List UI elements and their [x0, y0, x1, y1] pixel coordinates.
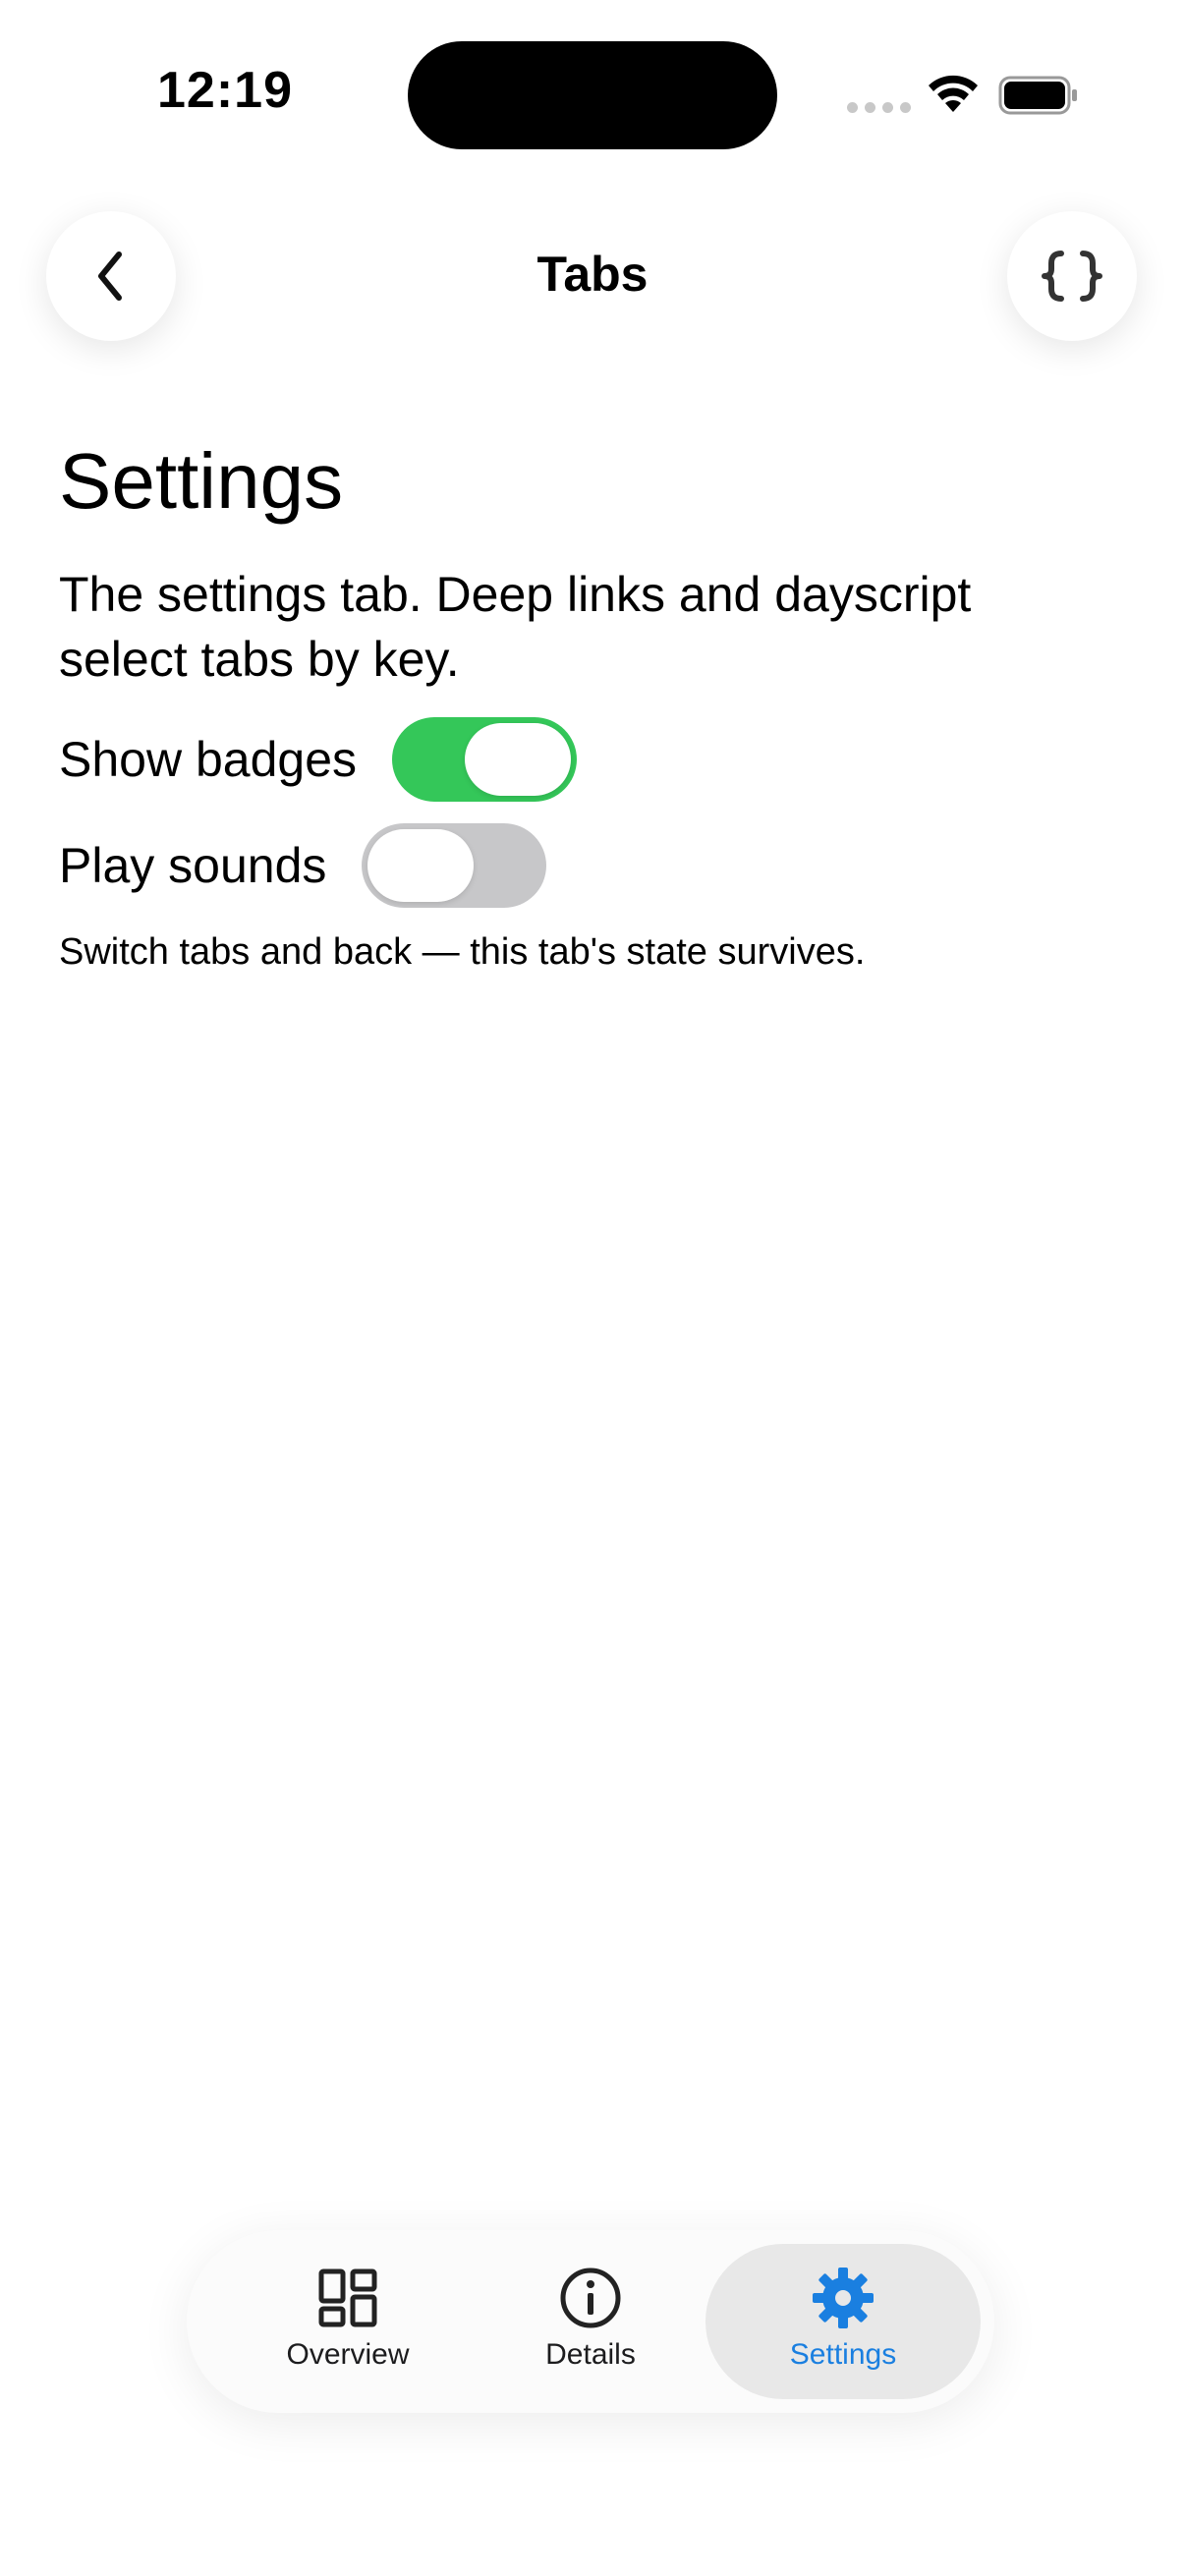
state-note: Switch tabs and back — this tab's state …	[59, 931, 866, 973]
toggle-label-play-sounds: Play sounds	[59, 838, 327, 893]
play-sounds-switch[interactable]	[362, 823, 547, 908]
switch-knob	[367, 829, 475, 902]
tab-settings-label: Settings	[789, 2338, 897, 2371]
tab-details[interactable]: Details	[453, 2244, 728, 2399]
switch-knob	[465, 723, 572, 796]
grid-icon	[318, 2268, 377, 2327]
info-icon	[560, 2268, 621, 2328]
page-heading: Settings	[59, 437, 344, 525]
tab-overview[interactable]: Overview	[210, 2244, 485, 2399]
tab-overview-label: Overview	[286, 2338, 410, 2371]
code-button[interactable]	[1007, 211, 1137, 341]
tab-details-label: Details	[545, 2338, 636, 2371]
tab-settings[interactable]: Settings	[705, 2244, 981, 2399]
dynamic-island	[408, 41, 777, 149]
gear-icon	[813, 2268, 874, 2328]
wifi-icon	[929, 75, 978, 112]
toggle-row-show-badges: Show badges	[59, 717, 1130, 802]
status-time: 12:19	[157, 62, 293, 119]
tab-bar: Overview Details Settings	[187, 2230, 994, 2413]
cellular-signal-icon	[847, 102, 911, 113]
battery-icon	[998, 76, 1077, 115]
toggle-row-play-sounds: Play sounds	[59, 823, 1130, 908]
toggle-label-show-badges: Show badges	[59, 732, 358, 787]
page-description: The settings tab. Deep links and dayscri…	[59, 567, 972, 687]
show-badges-switch[interactable]	[392, 717, 578, 802]
settings-content: Settings The settings tab. Deep links an…	[59, 432, 1130, 974]
braces-icon	[1042, 251, 1102, 302]
